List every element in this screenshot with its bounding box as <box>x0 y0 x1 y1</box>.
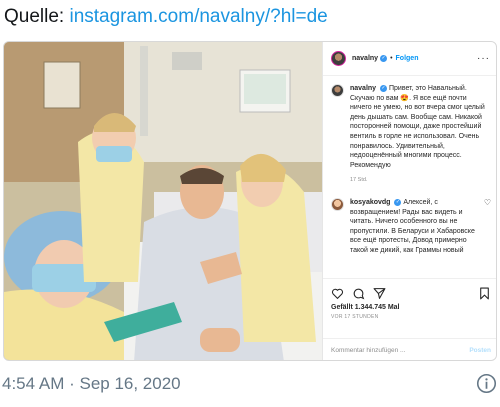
post-side-panel: navalny ✓ • Folgen ··· navalny ✓ Привет,… <box>322 42 496 360</box>
embedded-instagram-card[interactable]: navalny ✓ • Folgen ··· navalny ✓ Привет,… <box>3 41 497 361</box>
share-icon[interactable] <box>373 287 386 300</box>
commenter-avatar[interactable] <box>331 197 344 211</box>
caption-time[interactable]: 17 Std. <box>350 176 486 186</box>
caption-username[interactable]: navalny <box>350 85 376 92</box>
caption-body: navalny ✓ Привет, это Навальный. Скучаю … <box>350 84 486 186</box>
comment-username[interactable]: kosyakovdg <box>350 199 390 206</box>
post-author-username[interactable]: navalny <box>352 55 378 62</box>
post-comment-button[interactable]: Posten <box>469 347 491 354</box>
info-icon[interactable] <box>476 373 497 394</box>
post-actions: Gefällt 1.344.745 Mal VOR 17 STUNDEN <box>323 278 496 338</box>
verified-badge-icon: ✓ <box>394 198 402 206</box>
post-time[interactable]: VOR 17 STUNDEN <box>331 314 491 320</box>
comment-icon[interactable] <box>352 287 365 300</box>
comment-like-icon[interactable]: ♡ <box>484 198 491 207</box>
action-row <box>331 285 491 301</box>
caption-item: navalny ✓ Привет, это Навальный. Скучаю … <box>331 84 491 186</box>
caption-text: Привет, это Навальный. Скучаю по вам 😍. … <box>350 85 485 169</box>
source-line: Quelle: instagram.com/navalny/?hl=de <box>4 4 328 32</box>
verified-badge-icon: ✓ <box>380 84 388 92</box>
hospital-group-photo <box>4 42 322 360</box>
likes-count[interactable]: Gefällt 1.344.745 Mal <box>331 304 491 311</box>
comment-item: kosyakovdg ✓ Алексей, с возвращением! Ра… <box>331 197 491 256</box>
navalny-avatar[interactable] <box>331 51 346 66</box>
post-header: navalny ✓ • Folgen ··· <box>323 42 496 76</box>
follow-button[interactable]: Folgen <box>396 55 419 62</box>
more-icon[interactable]: ··· <box>477 53 490 64</box>
bookmark-icon[interactable] <box>478 287 491 300</box>
separator-dot: • <box>390 55 393 62</box>
comment-text: Алексей, с возвращением! Рады вас видеть… <box>350 198 475 254</box>
verified-badge-icon: ✓ <box>380 55 388 62</box>
heart-icon[interactable] <box>331 287 344 300</box>
caption-avatar[interactable] <box>331 84 344 97</box>
add-comment-input[interactable] <box>331 347 451 354</box>
post-photo[interactable] <box>4 42 322 360</box>
source-link[interactable]: instagram.com/navalny/?hl=de <box>69 6 327 27</box>
comments-list[interactable]: navalny ✓ Привет, это Навальный. Скучаю … <box>323 76 496 276</box>
comment-body: kosyakovdg ✓ Алексей, с возвращением! Ра… <box>350 198 484 256</box>
add-comment-bar: Posten <box>323 338 496 360</box>
tweet-timestamp[interactable]: 4:54 AM · Sep 16, 2020 <box>2 374 181 394</box>
source-label: Quelle: <box>4 6 70 27</box>
